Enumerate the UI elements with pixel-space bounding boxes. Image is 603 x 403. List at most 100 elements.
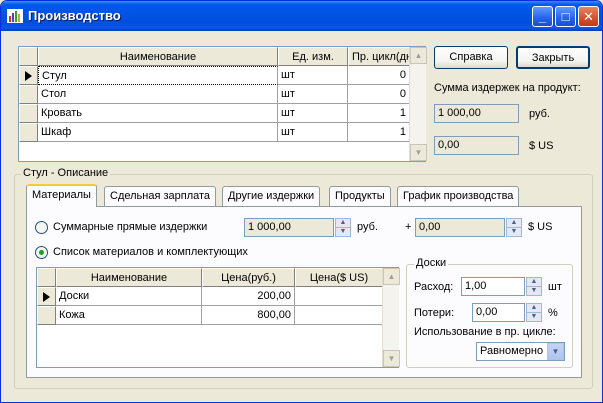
minimize-button[interactable]: _ <box>532 6 553 27</box>
consumption-input[interactable]: 1,00 <box>461 277 525 296</box>
spin-up-icon: ▲ <box>507 219 521 228</box>
help-button[interactable]: Справка <box>434 46 508 69</box>
row-indicator[interactable] <box>19 104 38 123</box>
product-unit-cell[interactable]: шт <box>278 123 348 142</box>
loss-label: Потери: <box>414 307 455 319</box>
material-name-cell[interactable]: Кожа <box>56 306 202 325</box>
radio-total-costs[interactable] <box>35 221 48 234</box>
product-cycle-cell[interactable]: 0 <box>348 85 410 104</box>
radio-materials-list[interactable] <box>35 246 48 259</box>
loss-spinner[interactable]: ▲ ▼ <box>526 303 542 322</box>
material-price-rub-cell[interactable]: 200,00 <box>202 287 295 306</box>
material-detail-title: Доски <box>414 257 449 269</box>
materials-corner-header <box>37 268 56 287</box>
consumption-label: Расход: <box>414 281 454 293</box>
cost-usd-unit: $ US <box>529 140 554 152</box>
row-indicator[interactable] <box>19 85 38 104</box>
tab-other-costs[interactable]: Другие издержки <box>222 186 321 206</box>
materials-grid[interactable]: Наименование Цена(руб.) Цена($ US) Доски… <box>36 267 400 368</box>
cost-usd-field: 0,00 <box>434 136 519 155</box>
title-bar[interactable]: Производство _ □ ✕ <box>1 1 602 31</box>
description-group-title: Стул - Описание <box>21 167 111 179</box>
total-usd-unit: $ US <box>528 221 553 233</box>
total-rub-unit: руб. <box>357 221 378 233</box>
close-button[interactable]: Закрыть <box>516 46 590 69</box>
scroll-down-button[interactable]: ▼ <box>410 144 427 161</box>
product-unit-cell[interactable]: шт <box>278 85 348 104</box>
scroll-down-button[interactable]: ▼ <box>383 350 400 367</box>
usage-label: Использование в пр. цикле: <box>414 326 556 338</box>
arrow-up-icon: ▲ <box>414 51 423 60</box>
products-header-unit[interactable]: Ед. изм. <box>278 47 348 66</box>
consumption-unit: шт <box>548 281 562 293</box>
arrow-down-icon: ▼ <box>387 354 396 363</box>
materials-header-price-usd[interactable]: Цена($ US) <box>295 268 383 287</box>
materials-header-price-rub[interactable]: Цена(руб.) <box>202 268 295 287</box>
radio-materials-list-label[interactable]: Список материалов и комплектующих <box>53 246 248 258</box>
cost-summary-label: Сумма издержек на продукт: <box>434 82 581 94</box>
material-price-usd-cell[interactable] <box>295 287 383 306</box>
usage-select[interactable]: Равномерно ▼ <box>476 342 565 361</box>
cost-rub-field: 1 000,00 <box>434 104 519 123</box>
material-name-cell[interactable]: Доски <box>56 287 202 306</box>
total-usd-spinner: ▲ ▼ <box>506 218 522 237</box>
spin-up-icon[interactable]: ▲ <box>527 278 541 287</box>
material-price-rub-cell[interactable]: 800,00 <box>202 306 295 325</box>
loss-input[interactable]: 0,00 <box>472 303 525 322</box>
products-header-name[interactable]: Наименование <box>38 47 278 66</box>
radio-total-costs-label[interactable]: Суммарные прямые издержки <box>53 221 207 233</box>
close-icon: ✕ <box>583 9 594 24</box>
total-usd-field: 0,00 <box>415 218 505 237</box>
product-unit-cell[interactable]: шт <box>278 104 348 123</box>
scroll-up-button[interactable]: ▲ <box>410 47 427 64</box>
products-scrollbar[interactable]: ▲ ▼ <box>409 47 427 161</box>
dropdown-button[interactable]: ▼ <box>547 343 564 360</box>
maximize-button[interactable]: □ <box>555 6 576 27</box>
tab-piecework-wages[interactable]: Сдельная зарплата <box>104 186 217 206</box>
material-price-usd-cell[interactable] <box>295 306 383 325</box>
products-header-cycle[interactable]: Пр. цикл(дн.) <box>348 47 410 66</box>
arrow-down-icon: ▼ <box>414 148 423 157</box>
product-cycle-cell[interactable]: 1 <box>348 123 410 142</box>
product-unit-cell[interactable]: шт <box>278 66 348 85</box>
product-name-cell[interactable]: Кровать <box>38 104 278 123</box>
window-title: Производство <box>28 8 121 23</box>
arrow-up-icon: ▲ <box>387 272 396 281</box>
total-rub-spinner: ▲ ▼ <box>335 218 351 237</box>
products-grid[interactable]: Наименование Ед. изм. Пр. цикл(дн.) Стул… <box>18 46 427 162</box>
row-indicator[interactable] <box>19 66 38 85</box>
row-indicator[interactable] <box>19 123 38 142</box>
tab-products[interactable]: Продукты <box>329 186 391 206</box>
scroll-up-button[interactable]: ▲ <box>383 268 400 285</box>
close-window-button[interactable]: ✕ <box>578 6 599 27</box>
product-name-cell[interactable]: Стул <box>38 66 278 85</box>
tab-materials[interactable]: Материалы <box>26 184 97 207</box>
product-cycle-cell[interactable]: 0 <box>348 66 410 85</box>
maximize-icon: □ <box>561 9 570 24</box>
products-corner-header <box>19 47 38 66</box>
spin-down-icon[interactable]: ▼ <box>527 313 541 322</box>
materials-header-name[interactable]: Наименование <box>56 268 202 287</box>
minimize-icon: _ <box>538 9 547 24</box>
product-cycle-cell[interactable]: 1 <box>348 104 410 123</box>
spin-up-icon: ▲ <box>336 219 350 228</box>
row-pointer-icon <box>25 71 32 81</box>
spin-down-icon: ▼ <box>339 227 347 235</box>
product-name-cell[interactable]: Стол <box>38 85 278 104</box>
materials-scrollbar[interactable]: ▲ ▼ <box>382 268 400 367</box>
row-indicator[interactable] <box>37 306 56 325</box>
usage-select-value: Равномерно <box>480 345 544 357</box>
chevron-down-icon: ▼ <box>551 347 560 356</box>
spin-up-icon[interactable]: ▲ <box>527 304 541 313</box>
spin-down-icon[interactable]: ▼ <box>527 287 541 296</box>
total-rub-field: 1 000,00 <box>244 218 334 237</box>
cost-rub-unit: руб. <box>529 108 550 120</box>
spin-down-icon: ▼ <box>510 227 518 235</box>
row-pointer-icon <box>43 292 50 302</box>
chart-icon <box>7 9 23 23</box>
consumption-spinner[interactable]: ▲ ▼ <box>526 277 542 296</box>
tab-production-schedule[interactable]: График производства <box>397 186 520 206</box>
row-indicator[interactable] <box>37 287 56 306</box>
loss-unit: % <box>548 307 558 319</box>
product-name-cell[interactable]: Шкаф <box>38 123 278 142</box>
